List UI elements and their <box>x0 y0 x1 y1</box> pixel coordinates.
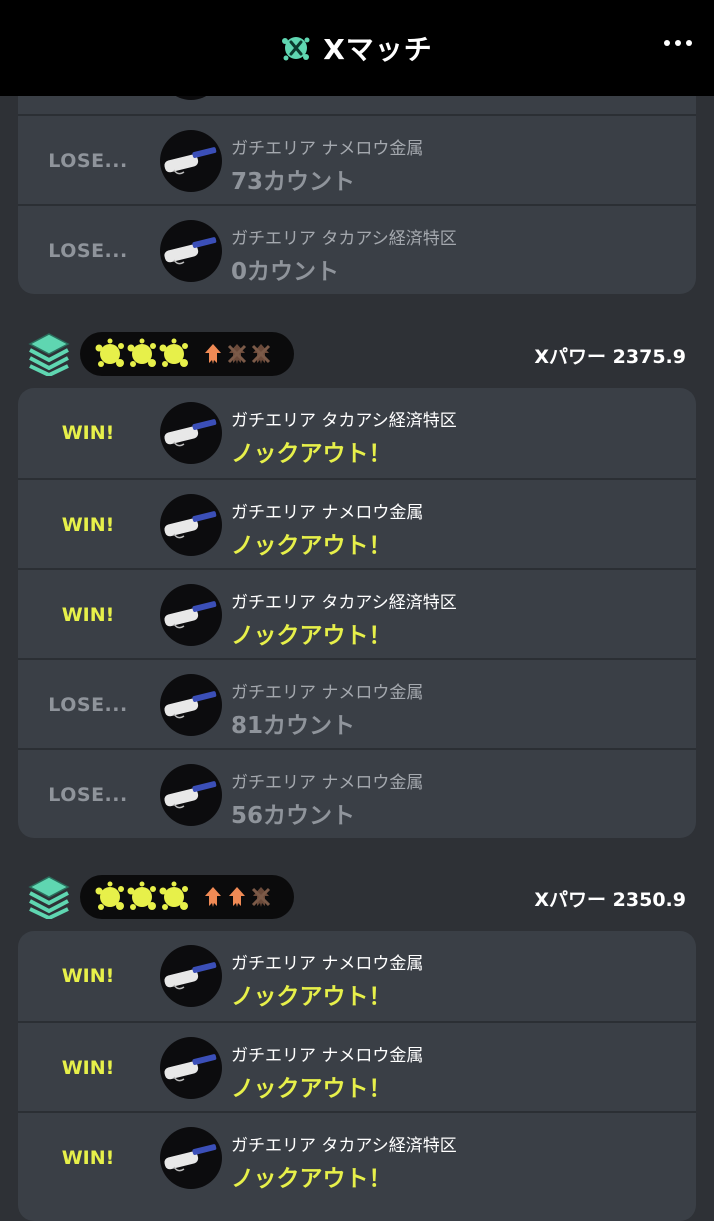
outcome-text: ノックアウト！ <box>231 984 392 1010</box>
outcome-text: ノックアウト！ <box>231 441 392 467</box>
stage-name: ガチエリア ナメロウ金属 <box>231 1046 424 1066</box>
page-title: Xマッチ <box>323 33 433 66</box>
weapon-icon <box>160 494 222 556</box>
more-dots-icon[interactable] <box>664 40 692 46</box>
set-card-2: WIN! ガチエリア タカアシ経済特区 ノックアウト！ WIN! ガチエリア ナ… <box>18 388 696 838</box>
outcome-text: ノックアウト！ <box>231 1166 392 1192</box>
set-header-2: Xパワー 2375.9 <box>0 326 714 382</box>
win-splat-icon <box>159 338 188 367</box>
set-card-3: WIN! ガチエリア ナメロウ金属 ノックアウト！ WIN! ガチエリア ナメロ… <box>18 931 696 1221</box>
battle-row[interactable]: WIN! ガチエリア タカアシ経済特区 ノックアウト！ <box>18 388 696 478</box>
stage-name: ガチエリア タカアシ経済特区 <box>231 593 457 613</box>
weapon-icon <box>160 220 222 282</box>
outcome-text: 73カウント <box>231 169 356 195</box>
battle-row[interactable]: WIN! ガチエリア ナメロウ金属 ノックアウト！ <box>18 478 696 570</box>
stage-name: ガチエリア ナメロウ金属 <box>231 773 424 793</box>
win-splat-icon <box>127 881 156 910</box>
x-match-icon <box>282 37 310 61</box>
weapon-icon <box>160 1037 222 1099</box>
battle-row[interactable]: WIN! ガチエリア タカアシ経済特区 ノックアウト！ <box>18 1111 696 1203</box>
win-splat-icon <box>159 881 188 910</box>
squid-defeated-icon <box>227 344 247 364</box>
menu-dot <box>686 40 692 46</box>
x-rank-icon <box>28 875 70 923</box>
x-power-value: Xパワー 2350.9 <box>534 889 686 911</box>
outcome-text: ノックアウト！ <box>231 533 392 559</box>
header-title-group: Xマッチ <box>281 28 433 68</box>
outcome-text: ノックアウト！ <box>231 623 392 649</box>
result-label: WIN! <box>61 1057 115 1079</box>
battle-row[interactable]: WIN! ガチエリア タカアシ経済特区 ノックアウト！ <box>18 568 696 660</box>
battle-row[interactable]: WIN! ガチエリア ナメロウ金属 ノックアウト！ <box>18 1021 696 1113</box>
app-header: Xマッチ <box>0 0 714 96</box>
outcome-text: 0カウント <box>231 259 340 285</box>
weapon-icon <box>160 402 222 464</box>
weapon-icon <box>160 764 222 826</box>
battle-row[interactable]: LOSE... ガチエリア ナメロウ金属 81カウント <box>18 658 696 750</box>
weapon-icon <box>160 584 222 646</box>
set-record-pill <box>80 875 294 919</box>
set-header-3: Xパワー 2350.9 <box>0 869 714 925</box>
weapon-icon <box>160 130 222 192</box>
stage-name: ガチエリア タカアシ経済特区 <box>231 229 457 249</box>
squid-icon <box>229 887 245 907</box>
battle-row[interactable]: LOSE... ガチエリア ナメロウ金属 56カウント <box>18 748 696 838</box>
outcome-text: ノックアウト！ <box>231 1076 392 1102</box>
outcome-text: 56カウント <box>231 803 356 829</box>
result-label: WIN! <box>61 1147 115 1169</box>
squid-defeated-icon <box>251 887 271 907</box>
weapon-icon <box>160 674 222 736</box>
outcome-text: 81カウント <box>231 713 356 739</box>
result-label: LOSE... <box>48 150 128 172</box>
menu-dot <box>664 40 670 46</box>
result-label: WIN! <box>61 422 115 444</box>
result-label: WIN! <box>61 604 115 626</box>
result-label: LOSE... <box>48 240 128 262</box>
x-rank-icon <box>28 332 70 380</box>
stage-name: ガチエリア ナメロウ金属 <box>231 139 424 159</box>
result-label: WIN! <box>61 514 115 536</box>
stage-name: ガチエリア ナメロウ金属 <box>231 954 424 974</box>
result-label: LOSE... <box>48 784 128 806</box>
menu-dot <box>675 40 681 46</box>
set-record-pill <box>80 332 294 376</box>
stage-name: ガチエリア タカアシ経済特区 <box>231 411 457 431</box>
stage-name: ガチエリア タカアシ経済特区 <box>231 1136 457 1156</box>
squid-icon <box>205 887 221 907</box>
weapon-icon <box>160 945 222 1007</box>
battle-row[interactable]: LOSE... ガチエリア ナメロウ金属 73カウント <box>18 114 696 206</box>
x-power-value: Xパワー 2375.9 <box>534 346 686 368</box>
battle-row[interactable]: WIN! ガチエリア ナメロウ金属 ノックアウト！ <box>18 931 696 1021</box>
weapon-icon <box>160 1127 222 1189</box>
stage-name: ガチエリア ナメロウ金属 <box>231 503 424 523</box>
win-splat-icon <box>127 338 156 367</box>
squid-defeated-icon <box>251 344 271 364</box>
result-label: WIN! <box>61 965 115 987</box>
win-splat-icon <box>95 881 124 910</box>
squid-icon <box>205 344 221 364</box>
battle-row[interactable]: LOSE... ガチエリア タカアシ経済特区 0カウント <box>18 204 696 294</box>
result-label: LOSE... <box>48 694 128 716</box>
stage-name: ガチエリア ナメロウ金属 <box>231 683 424 703</box>
win-splat-icon <box>95 338 124 367</box>
